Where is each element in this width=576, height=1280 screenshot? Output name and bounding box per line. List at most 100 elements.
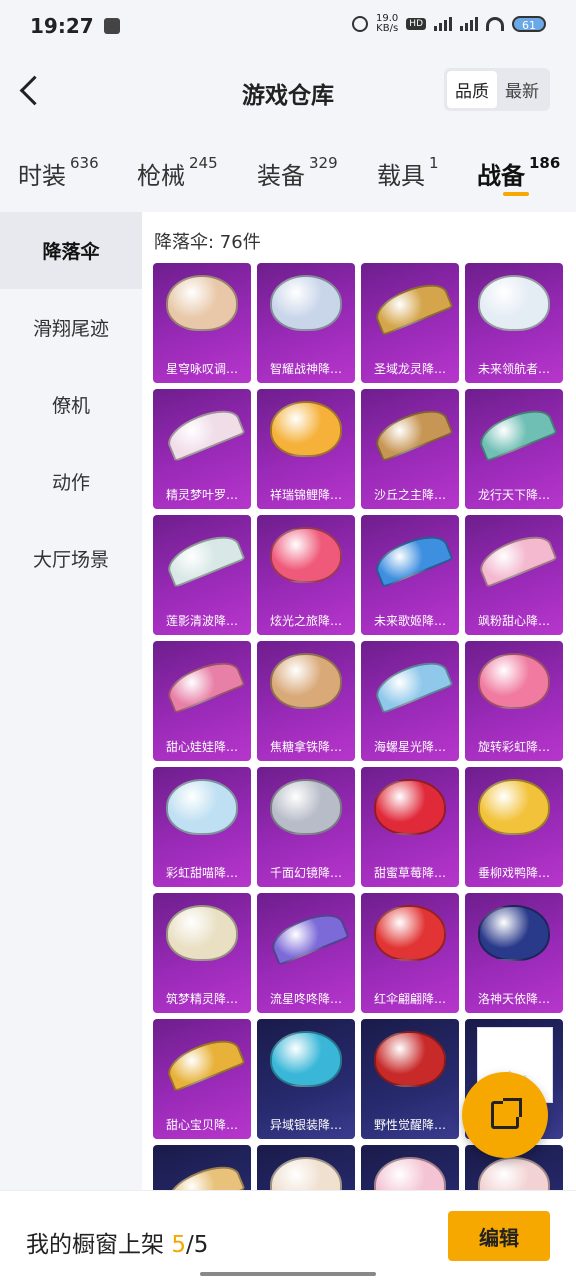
item-name: 红伞翩翩降…	[373, 992, 446, 1006]
item-name: 海螺星光降…	[373, 740, 446, 754]
parachute-thumbnail-icon	[374, 1031, 446, 1097]
item-card[interactable]: 洛神天依降…	[465, 893, 563, 1013]
sidebar-item-parachute[interactable]: 降落伞	[0, 212, 142, 289]
item-card[interactable]: 筑梦精灵降…	[153, 893, 251, 1013]
item-card[interactable]: 旋转彩虹降…	[465, 641, 563, 761]
item-card[interactable]: 红伞翩翩降…	[361, 893, 459, 1013]
category-tabs: 时装 636 枪械 245 装备 329 载具 1 战备 186	[0, 150, 576, 206]
item-name: 甜心娃娃降…	[165, 740, 238, 754]
item-name: 智耀战神降…	[269, 362, 342, 376]
parachute-thumbnail-icon	[478, 779, 550, 845]
item-card[interactable]: 甜蜜草莓降…	[361, 767, 459, 887]
network-speed-unit: KB/s	[376, 23, 399, 34]
item-card[interactable]: 智耀战神降…	[257, 263, 355, 383]
parachute-thumbnail-icon	[478, 653, 550, 719]
network-speed: 19.0 KB/s	[376, 14, 398, 34]
parachute-thumbnail-icon	[478, 1157, 550, 1192]
item-name: 圣域龙灵降…	[373, 362, 446, 376]
item-name: 飒粉甜心降…	[477, 614, 550, 628]
tab-label: 战备	[477, 162, 525, 190]
item-card[interactable]: 圣域龙灵降…	[361, 263, 459, 383]
tab-count: 245	[189, 154, 218, 172]
item-name: 精灵梦叶罗…	[165, 488, 238, 502]
item-card[interactable]: 彩虹甜喵降…	[153, 767, 251, 887]
hd-icon: HD	[406, 18, 426, 30]
tab-label: 时装	[18, 162, 66, 190]
tab-combat-prep[interactable]: 战备 186	[477, 154, 561, 191]
item-card[interactable]: 炫光之旅降…	[257, 515, 355, 635]
sidebar-item-wingman[interactable]: 僚机	[0, 366, 142, 443]
tab-fashion[interactable]: 时装 636	[18, 154, 99, 191]
item-card[interactable]: 星穹咏叹调…	[153, 263, 251, 383]
sidebar-item-emote[interactable]: 动作	[0, 443, 142, 520]
item-card[interactable]: 异域银装降…	[257, 1019, 355, 1139]
parachute-thumbnail-icon	[370, 275, 454, 341]
item-card[interactable]: 甜心娃娃降…	[153, 641, 251, 761]
parachute-thumbnail-icon	[478, 905, 550, 971]
share-button[interactable]	[462, 1072, 548, 1158]
parachute-thumbnail-icon	[270, 779, 342, 845]
item-name: 沙丘之主降…	[373, 488, 446, 502]
tab-label: 载具	[377, 162, 425, 190]
item-card[interactable]: 甜心宝贝降…	[153, 1019, 251, 1139]
item-name: 异域银装降…	[269, 1118, 342, 1132]
item-name: 未来领航者…	[477, 362, 550, 376]
item-name: 星穹咏叹调…	[165, 362, 238, 376]
parachute-thumbnail-icon	[166, 905, 238, 971]
item-card[interactable]: 千面幻镜降…	[257, 767, 355, 887]
parachute-thumbnail-icon	[162, 1031, 246, 1097]
item-panel: 降落伞: 76件 星穹咏叹调… 智耀战神降… 圣域龙灵降… 未来领航者… 精灵梦叶罗… 祥…	[142, 212, 576, 1192]
item-card[interactable]: 焦糖拿铁降…	[257, 641, 355, 761]
parachute-thumbnail-icon	[166, 779, 238, 845]
tab-label: 枪械	[137, 162, 185, 190]
sort-quality-option[interactable]: 品质	[447, 71, 497, 108]
alarm-icon	[352, 16, 369, 32]
sidebar-item-glide-trail[interactable]: 滑翔尾迹	[0, 289, 142, 366]
status-bar: 19:27 19.0 KB/s HD 61	[0, 0, 576, 52]
tab-count: 636	[70, 154, 99, 172]
item-card[interactable]: 未来歌姬降…	[361, 515, 459, 635]
header: 游戏仓库 品质 最新	[0, 52, 576, 132]
tab-count: 186	[529, 154, 561, 172]
parachute-thumbnail-icon	[474, 401, 558, 467]
item-name: 龙行天下降…	[477, 488, 550, 502]
parachute-thumbnail-icon	[270, 527, 342, 593]
tab-vehicles[interactable]: 载具 1	[377, 154, 439, 191]
item-card[interactable]: 野性觉醒降…	[361, 1019, 459, 1139]
signal-icon	[434, 17, 452, 31]
item-card[interactable]	[257, 1145, 355, 1192]
subcategory-sidebar: 降落伞 滑翔尾迹 僚机 动作 大厅场景	[0, 212, 142, 1192]
item-card[interactable]	[361, 1145, 459, 1192]
item-card[interactable]: 未来领航者…	[465, 263, 563, 383]
tab-firearms[interactable]: 枪械 245	[137, 154, 218, 191]
item-card[interactable]: 沙丘之主降…	[361, 389, 459, 509]
parachute-thumbnail-icon	[162, 401, 246, 467]
home-indicator[interactable]	[200, 1272, 376, 1276]
status-time: 19:27	[30, 14, 94, 38]
tab-equipment[interactable]: 装备 329	[257, 154, 338, 191]
item-card[interactable]: 海螺星光降…	[361, 641, 459, 761]
message-notification-icon	[103, 18, 120, 34]
item-card[interactable]: 莲影清波降…	[153, 515, 251, 635]
item-card[interactable]: 龙行天下降…	[465, 389, 563, 509]
item-name: 流星咚咚降…	[269, 992, 342, 1006]
parachute-thumbnail-icon	[370, 401, 454, 467]
parachute-thumbnail-icon	[162, 527, 246, 593]
parachute-thumbnail-icon	[374, 1157, 446, 1192]
item-card[interactable]: 流星咚咚降…	[257, 893, 355, 1013]
battery-icon: 61	[512, 16, 546, 32]
sort-toggle: 品质 最新	[444, 68, 550, 111]
sidebar-item-lobby-scene[interactable]: 大厅场景	[0, 520, 142, 597]
edit-button[interactable]: 编辑	[448, 1211, 550, 1261]
item-card[interactable]: 祥瑞锦鲤降…	[257, 389, 355, 509]
item-card[interactable]: 精灵梦叶罗…	[153, 389, 251, 509]
active-tab-indicator	[503, 192, 529, 196]
item-name: 未来歌姬降…	[373, 614, 446, 628]
sort-newest-option[interactable]: 最新	[497, 71, 547, 108]
item-card[interactable]: 飒粉甜心降…	[465, 515, 563, 635]
item-name: 洛神天依降…	[477, 992, 550, 1006]
tab-label: 装备	[257, 162, 305, 190]
item-card[interactable]: 垂柳戏鸭降…	[465, 767, 563, 887]
item-card[interactable]	[153, 1145, 251, 1192]
item-name: 祥瑞锦鲤降…	[269, 488, 342, 502]
